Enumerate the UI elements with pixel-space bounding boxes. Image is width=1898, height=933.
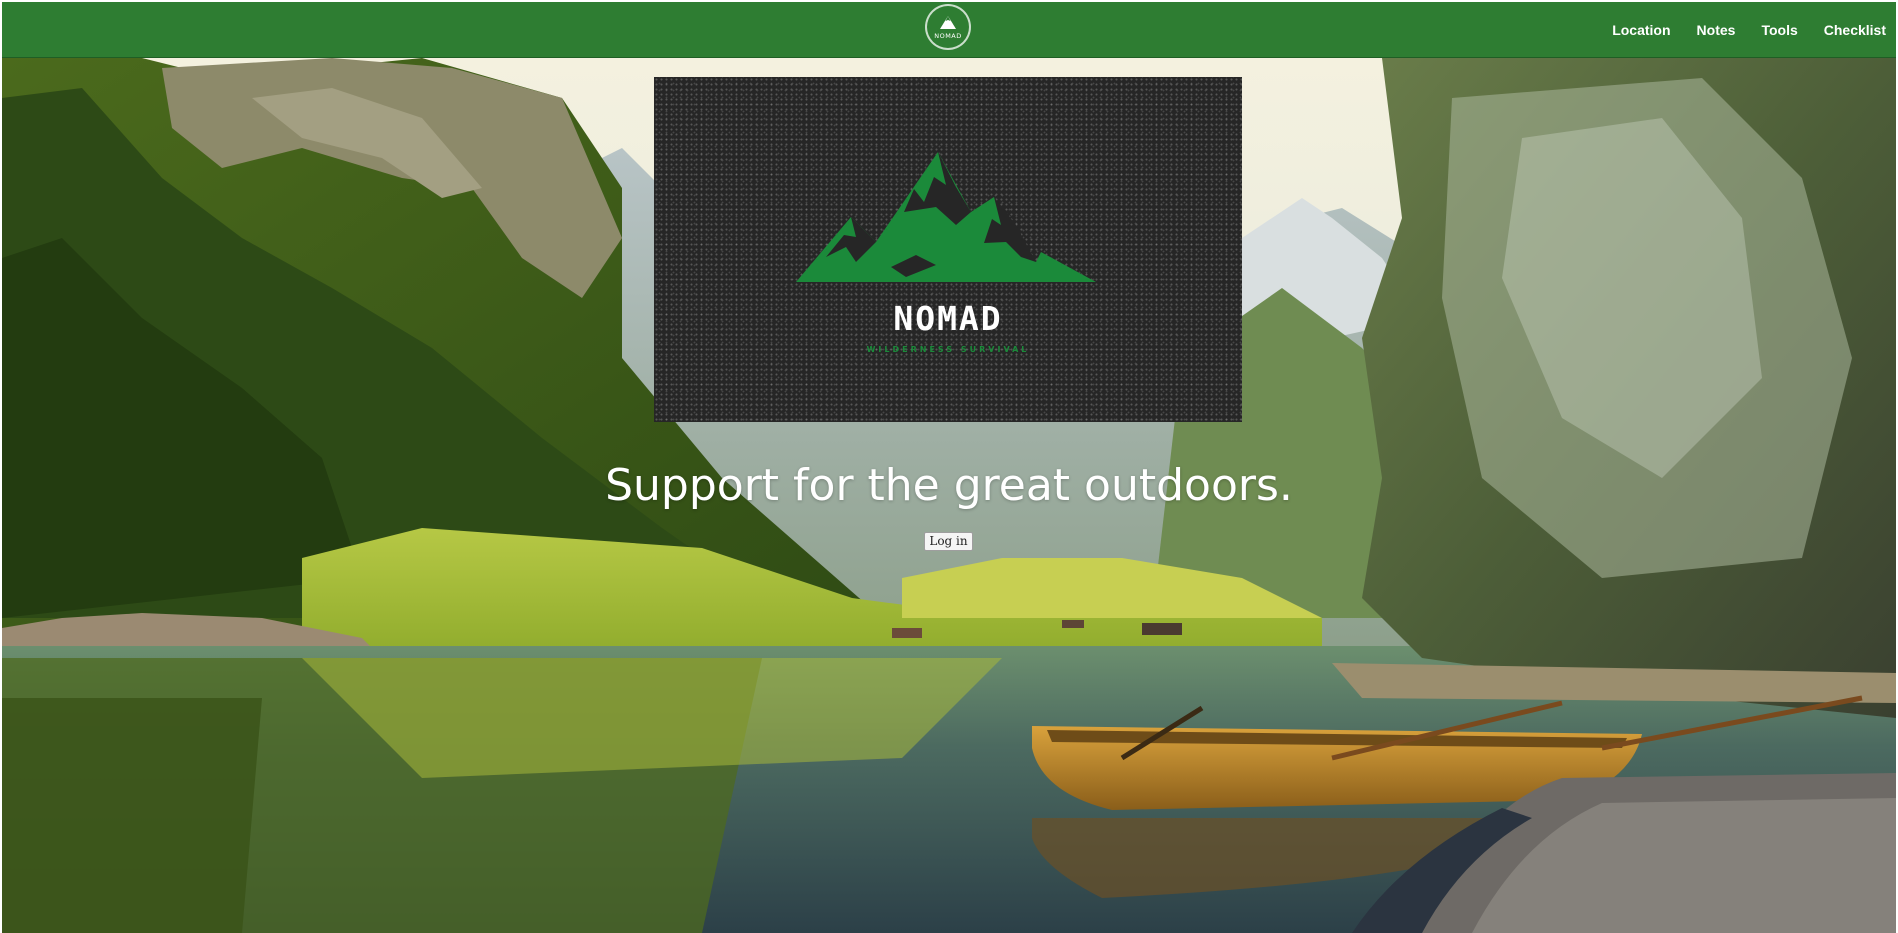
hero-headline: Support for the great outdoors. xyxy=(605,460,1293,511)
mountain-logo-icon xyxy=(796,152,1096,282)
nav-link-tools[interactable]: Tools xyxy=(1761,22,1797,38)
nav-link-location[interactable]: Location xyxy=(1612,22,1670,38)
nav-logo[interactable]: NOMAD xyxy=(925,4,971,50)
brand-tagline: WILDERNESS SURVIVAL xyxy=(866,345,1030,354)
nav-link-checklist[interactable]: Checklist xyxy=(1824,22,1886,38)
top-navbar: NOMAD Location Notes Tools Checklist xyxy=(2,2,1896,58)
login-button[interactable]: Log in xyxy=(924,532,973,551)
page: NOMAD Location Notes Tools Checklist NOM… xyxy=(0,0,1898,933)
brand-logo-card: NOMAD WILDERNESS SURVIVAL xyxy=(654,77,1242,422)
nav-links: Location Notes Tools Checklist xyxy=(1586,2,1886,57)
mountain-icon xyxy=(940,16,956,29)
nav-logo-text: NOMAD xyxy=(934,32,962,40)
nav-link-notes[interactable]: Notes xyxy=(1697,22,1736,38)
brand-name: NOMAD xyxy=(893,299,1003,338)
